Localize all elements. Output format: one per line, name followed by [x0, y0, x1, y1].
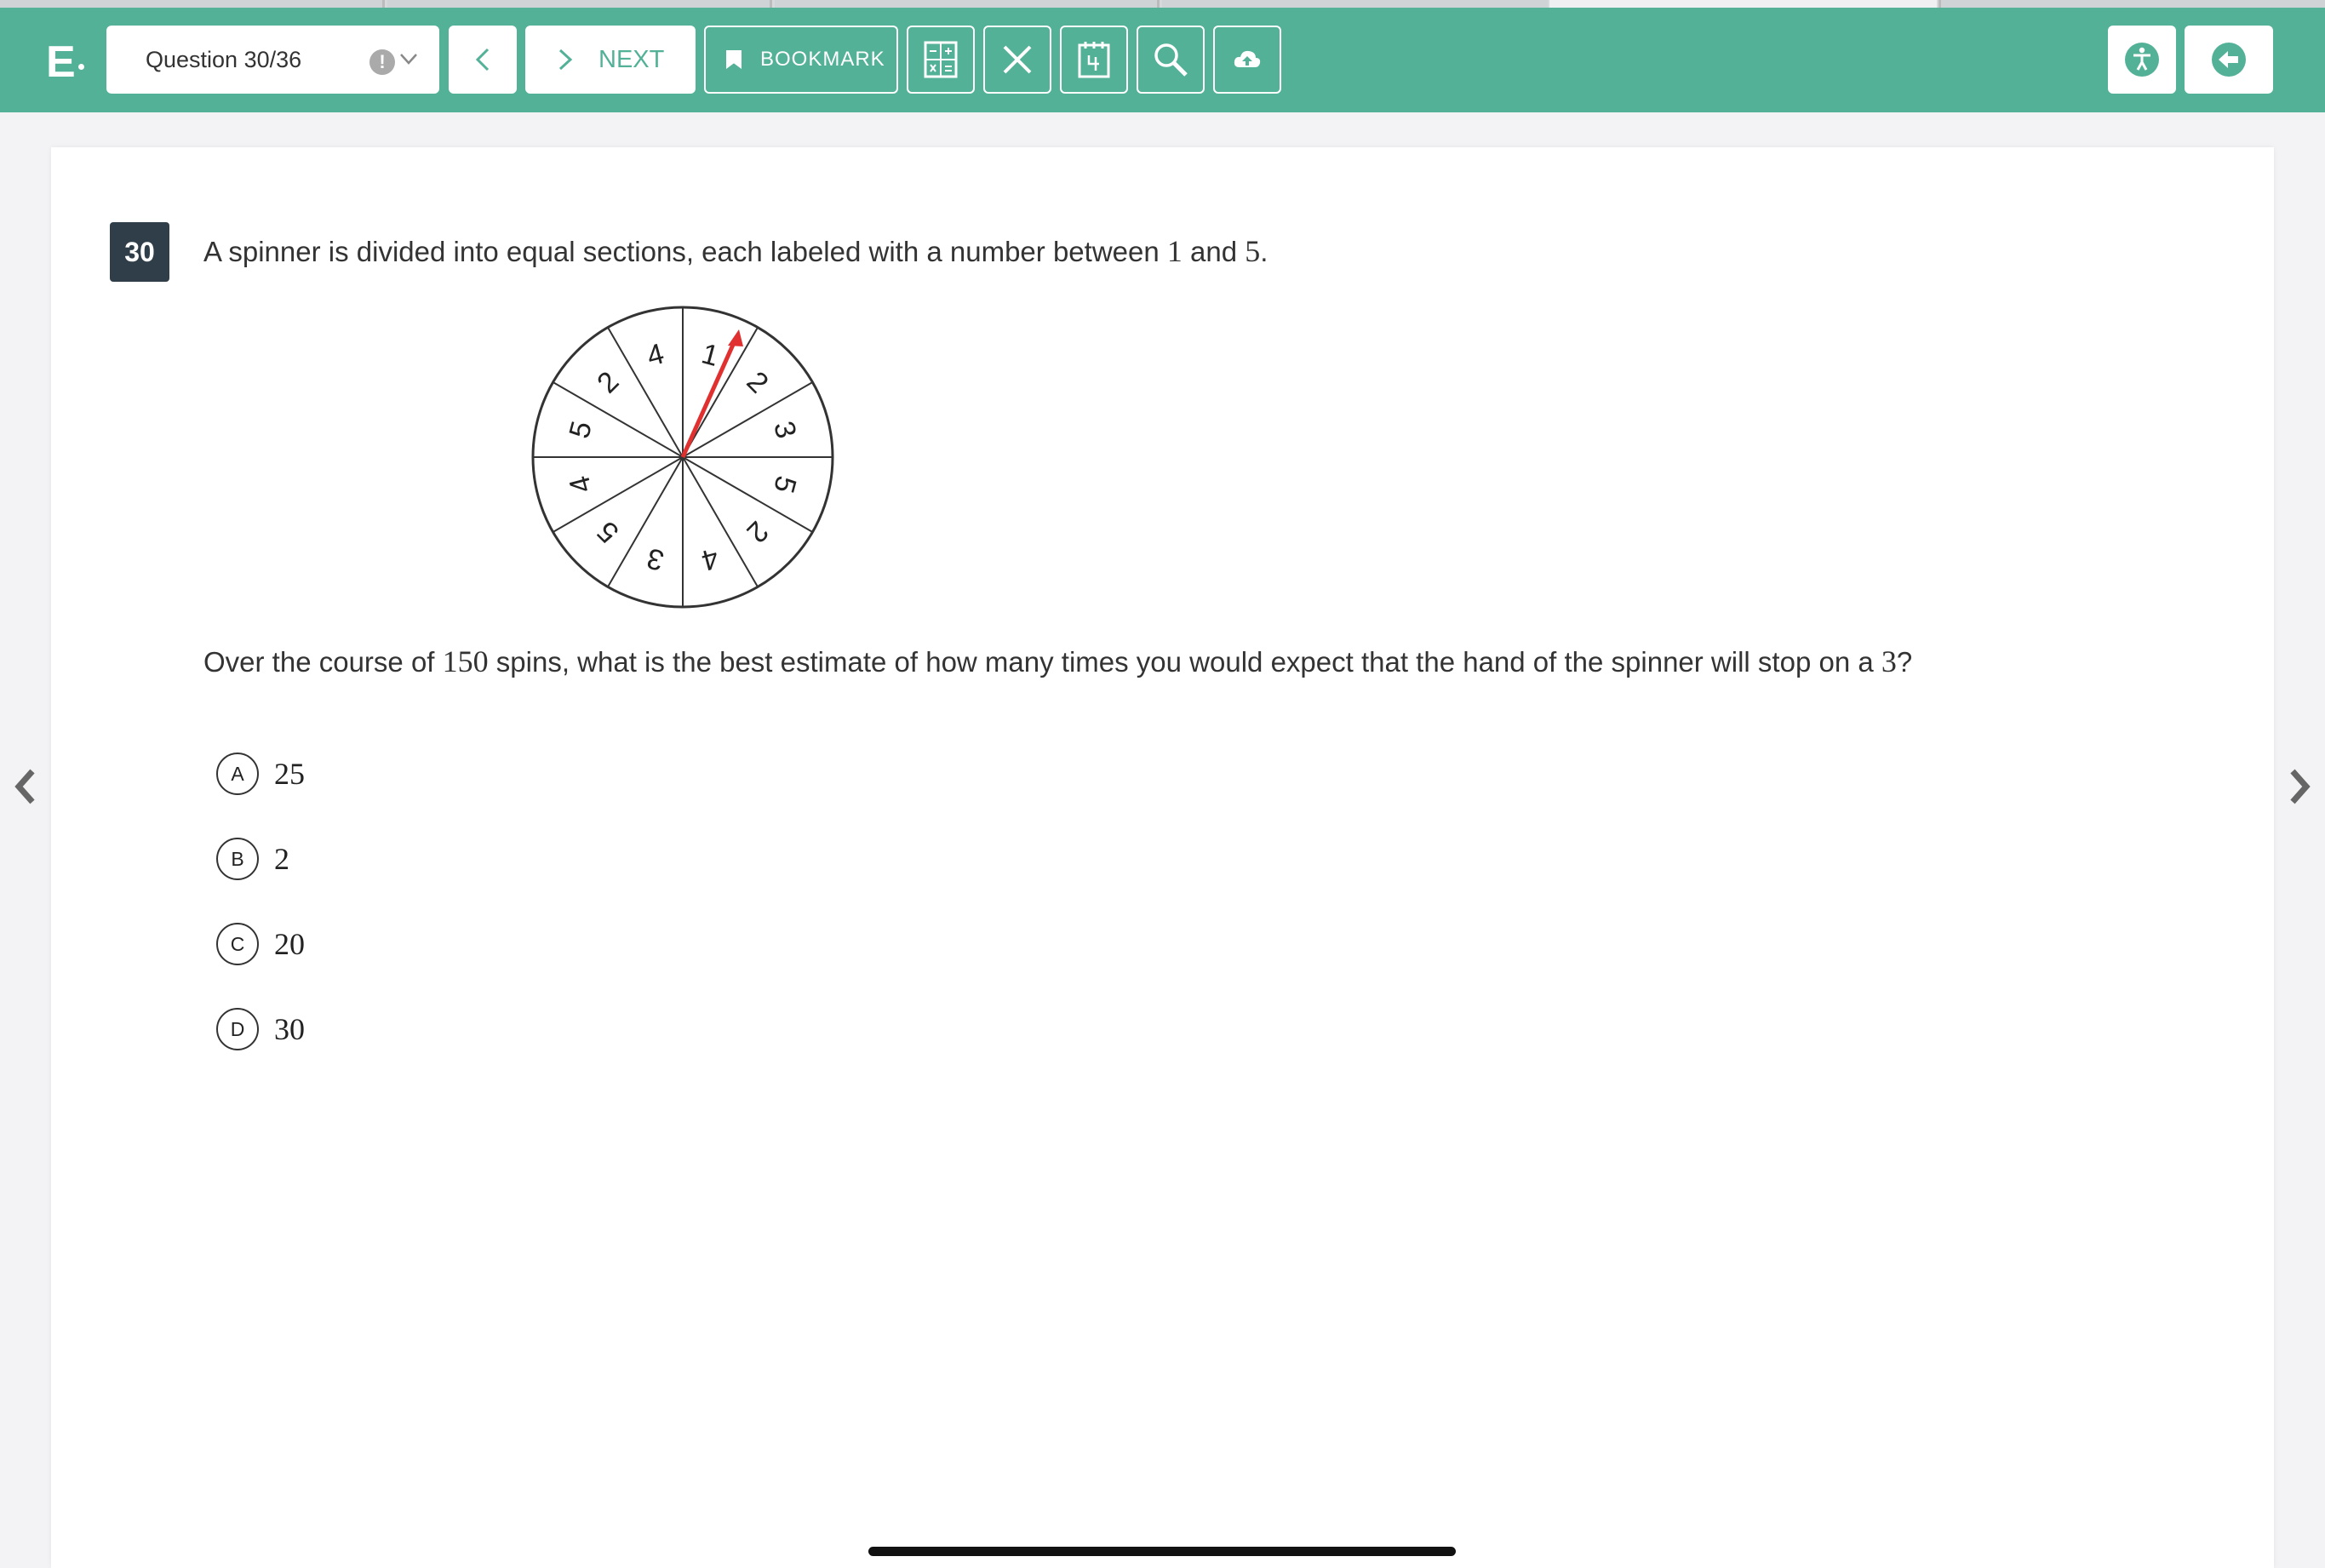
prompt-number: 3	[1881, 644, 1897, 678]
eliminate-answer-button[interactable]	[983, 26, 1051, 94]
stem-number: 1	[1166, 234, 1183, 268]
notepad-button[interactable]	[1060, 26, 1128, 94]
choice-letter: B	[216, 838, 259, 880]
stem-text: and	[1182, 236, 1246, 267]
spinner-section-label: 4	[698, 541, 722, 577]
spinner-section-label: 4	[563, 472, 598, 496]
home-indicator	[868, 1547, 1456, 1556]
progress-segment	[1938, 0, 2325, 8]
chevron-left-icon	[475, 48, 490, 72]
accessibility-button[interactable]	[2108, 26, 2176, 94]
choice-value: 2	[274, 842, 289, 876]
question-stem: A spinner is divided into equal sections…	[203, 233, 1268, 269]
logo-dot	[78, 64, 84, 70]
notepad-icon	[1078, 42, 1110, 78]
flag-icon: !	[369, 49, 395, 75]
calculator-button[interactable]	[907, 26, 975, 94]
close-icon	[1003, 45, 1032, 74]
answer-choice-a[interactable]: A 25	[216, 753, 305, 795]
question-card	[51, 147, 2274, 1568]
previous-page-arrow[interactable]	[9, 761, 43, 812]
next-label: NEXT	[598, 45, 665, 73]
question-number-badge: 30	[110, 222, 169, 282]
top-progress-strip	[0, 0, 2325, 8]
question-prompt: Over the course of 150 spins, what is th…	[203, 644, 1912, 679]
answer-choice-c[interactable]: C 20	[216, 923, 305, 965]
progress-segment-current	[1549, 0, 1937, 8]
magnifier-button[interactable]	[1137, 26, 1205, 94]
prompt-number: 150	[442, 644, 489, 678]
stem-text: .	[1260, 236, 1268, 267]
next-question-button[interactable]: NEXT	[525, 26, 696, 94]
choice-value: 30	[274, 1012, 305, 1046]
question-selector[interactable]: Question 30/36 !	[106, 26, 439, 94]
chevron-right-icon	[558, 49, 573, 71]
spinner-hand-tip	[728, 329, 743, 346]
spinner-section-label: 4	[644, 337, 667, 373]
spinner-section-label: 5	[767, 472, 803, 496]
stem-text: A spinner is divided into equal sections…	[203, 236, 1167, 267]
app-logo: E	[46, 38, 97, 86]
choice-letter: C	[216, 923, 259, 965]
cloud-upload-button[interactable]	[1213, 26, 1281, 94]
top-toolbar: E Question 30/36 ! NEXT BOOKMARK	[0, 8, 2325, 112]
prompt-text: ?	[1896, 646, 1913, 678]
progress-segment	[0, 0, 385, 8]
spinner-section-label: 2	[591, 365, 625, 399]
progress-segment	[775, 0, 1160, 8]
bookmark-button[interactable]: BOOKMARK	[704, 26, 898, 94]
progress-segment	[387, 0, 772, 8]
accessibility-icon	[2125, 43, 2159, 77]
choice-letter: A	[216, 753, 259, 795]
exit-button[interactable]	[2185, 26, 2273, 94]
spinner-section-label: 1	[698, 337, 722, 373]
spinner-section-label: 3	[644, 541, 667, 577]
spinner-section-label: 2	[741, 515, 775, 549]
spinner-section-label: 2	[741, 365, 775, 399]
bookmark-label: BOOKMARK	[760, 48, 885, 71]
answer-choice-d[interactable]: D 30	[216, 1008, 305, 1050]
exit-arrow-icon	[2212, 43, 2246, 77]
prompt-text: spins, what is the best estimate of how …	[488, 646, 1881, 678]
progress-segment	[1162, 0, 1548, 8]
spinner-image: 123524354524	[531, 306, 834, 609]
stem-number: 5	[1245, 234, 1261, 268]
cloud-upload-icon	[1234, 50, 1261, 67]
magnifier-icon	[1154, 43, 1188, 77]
bookmark-icon	[726, 50, 742, 69]
prompt-text: Over the course of	[203, 646, 443, 678]
spinner-section-label: 5	[563, 418, 598, 442]
question-selector-label: Question 30/36	[146, 46, 302, 72]
answer-choice-b[interactable]: B 2	[216, 838, 289, 880]
spinner-section-label: 5	[591, 515, 625, 549]
next-page-arrow[interactable]	[2282, 761, 2316, 812]
calculator-icon	[924, 41, 958, 78]
choice-letter: D	[216, 1008, 259, 1050]
previous-question-button[interactable]	[449, 26, 517, 94]
choice-value: 25	[274, 757, 305, 791]
spinner-section-label: 3	[767, 418, 803, 442]
chevron-down-icon	[399, 46, 418, 77]
choice-value: 20	[274, 927, 305, 961]
logo-letter: E	[46, 37, 76, 87]
